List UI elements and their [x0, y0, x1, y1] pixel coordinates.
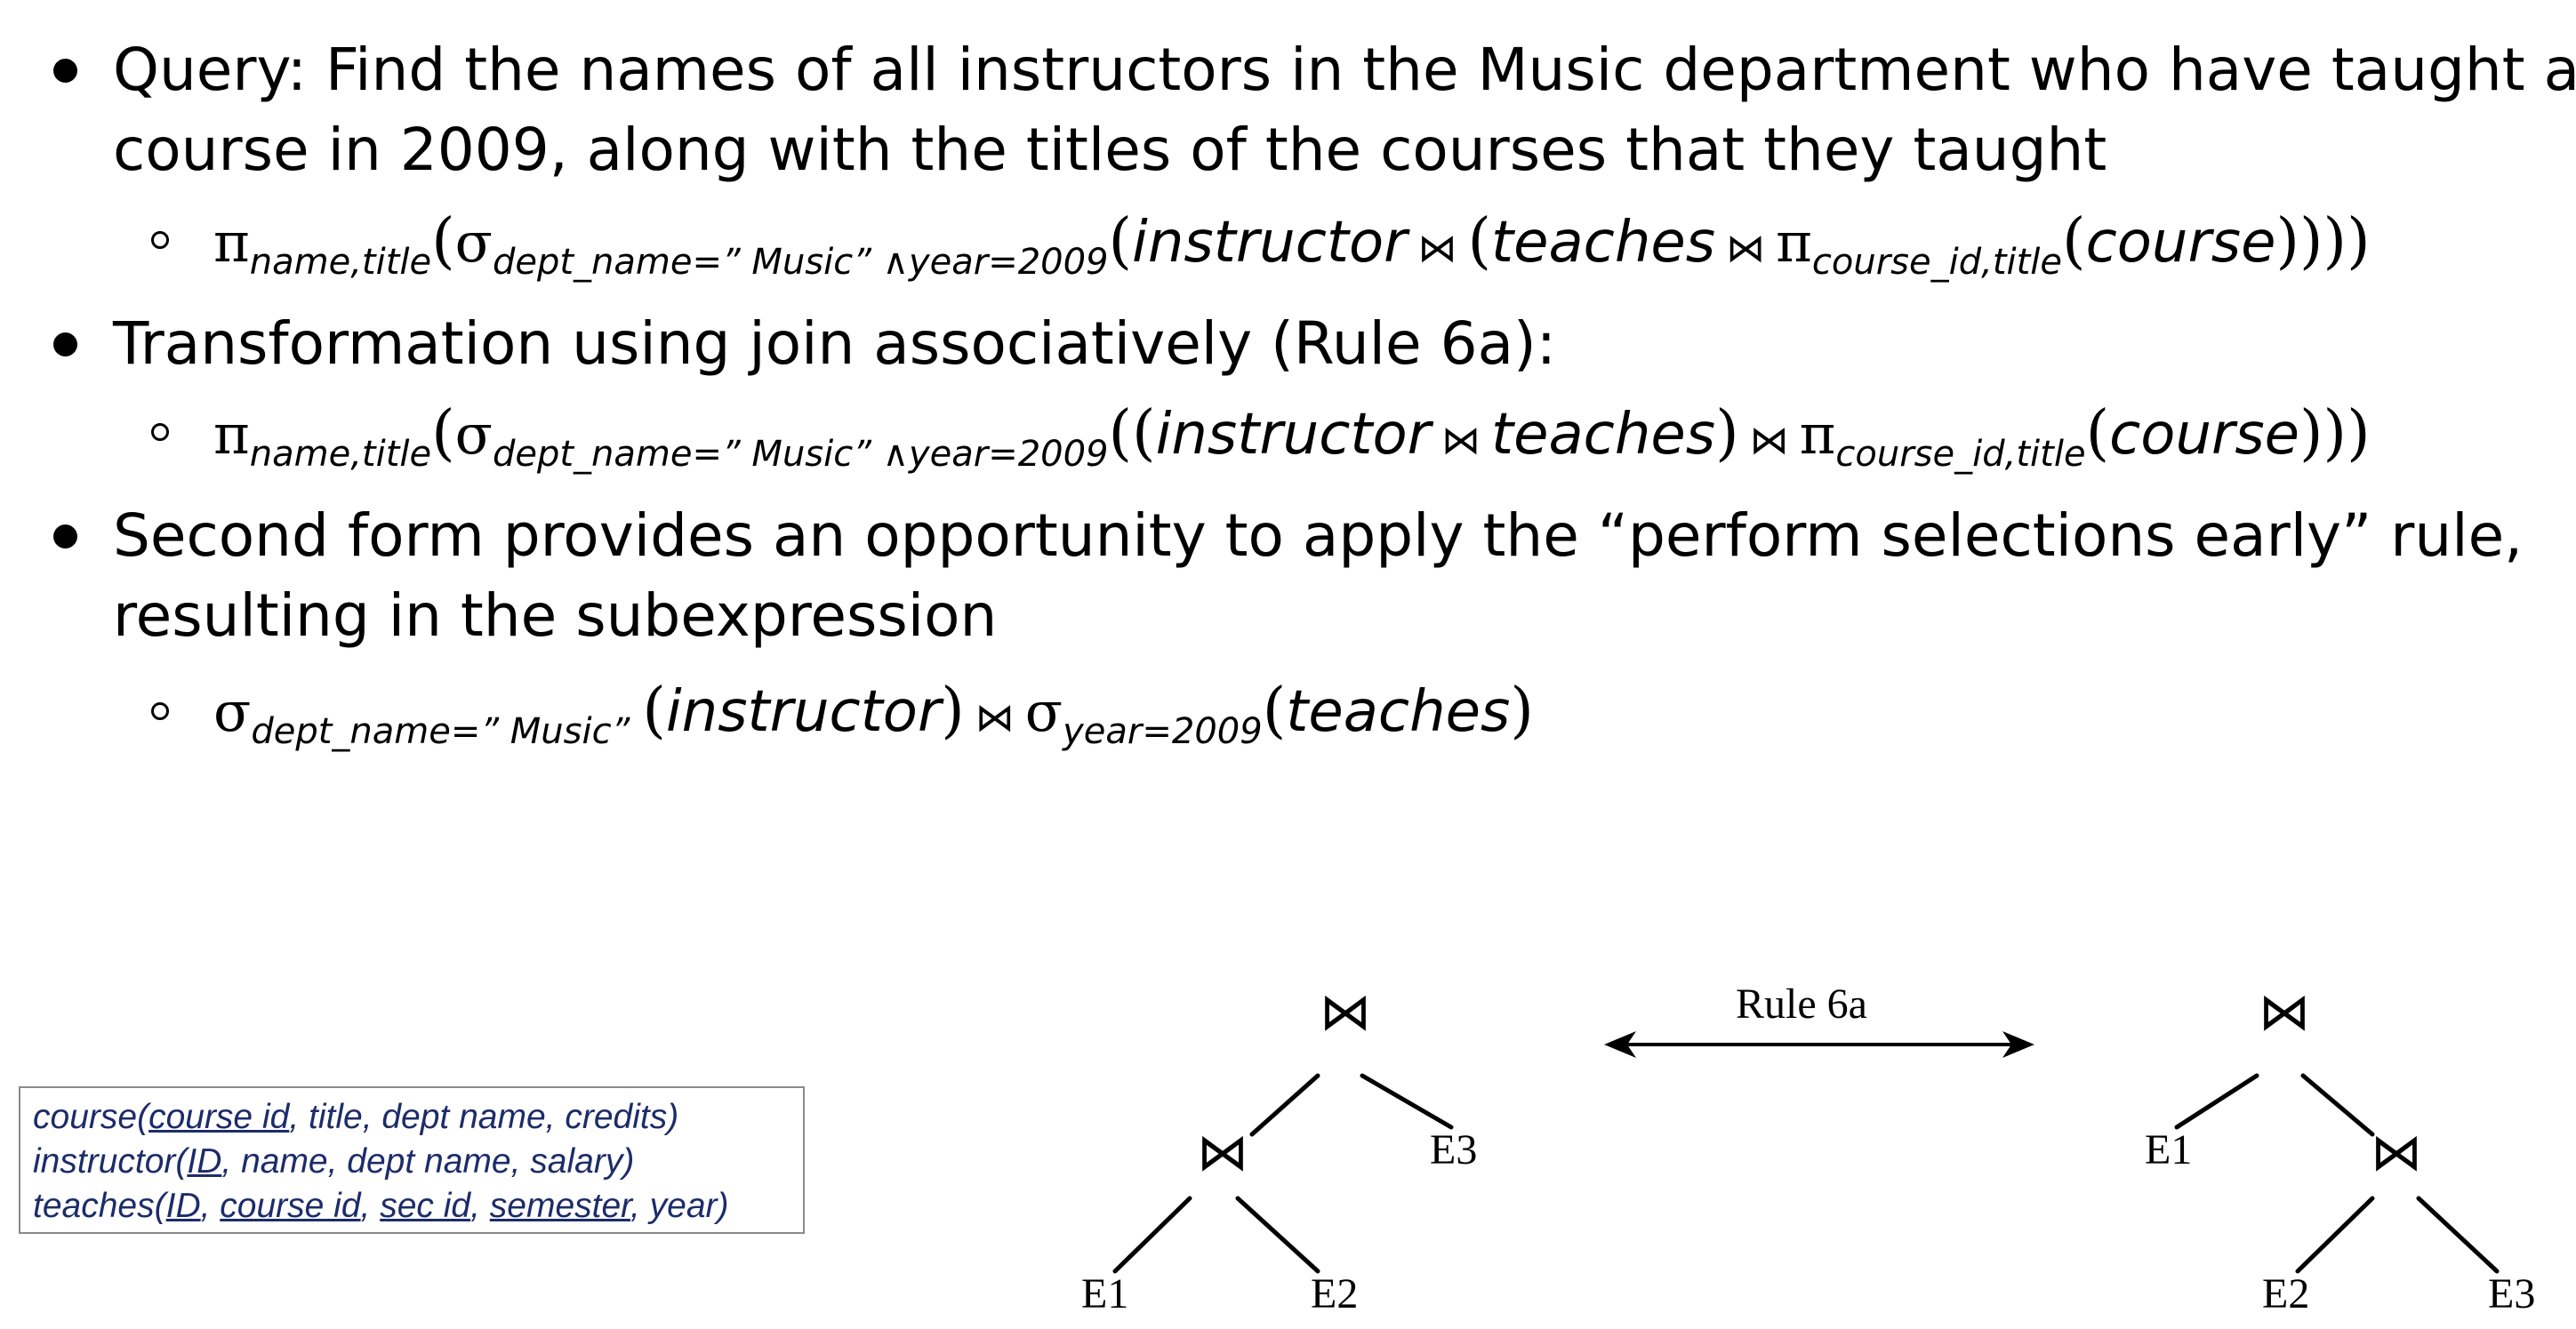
rule-arrow [1604, 1031, 2034, 1058]
tree-edge [2300, 1073, 2375, 1137]
leaf-e1: E1 [1081, 1270, 1129, 1317]
right-tree-edges [2174, 1073, 2500, 1274]
leaf-e2: E2 [1311, 1270, 1359, 1317]
tree-edge [2174, 1073, 2259, 1130]
join-node-icon: ⋈ [2259, 983, 2310, 1041]
leaf-e1: E1 [2145, 1126, 2193, 1173]
tree-edge [1235, 1196, 1320, 1274]
leaf-e2: E2 [2262, 1270, 2310, 1317]
tree-edge [1360, 1073, 1454, 1130]
tree-edge [1112, 1196, 1192, 1274]
left-tree-edges [1112, 1073, 1454, 1274]
rule-6a-label: Rule 6a [1736, 981, 1867, 1028]
join-node-icon: ⋈ [2371, 1124, 2422, 1181]
leaf-e3: E3 [1430, 1126, 1478, 1173]
tree-edge [2295, 1196, 2375, 1274]
tree-edge [2416, 1196, 2500, 1274]
join-node-icon: ⋈ [1197, 1124, 1248, 1181]
join-node-icon: ⋈ [1320, 983, 1371, 1041]
tree-edge [1249, 1073, 1320, 1137]
leaf-e3: E3 [2488, 1270, 2536, 1317]
